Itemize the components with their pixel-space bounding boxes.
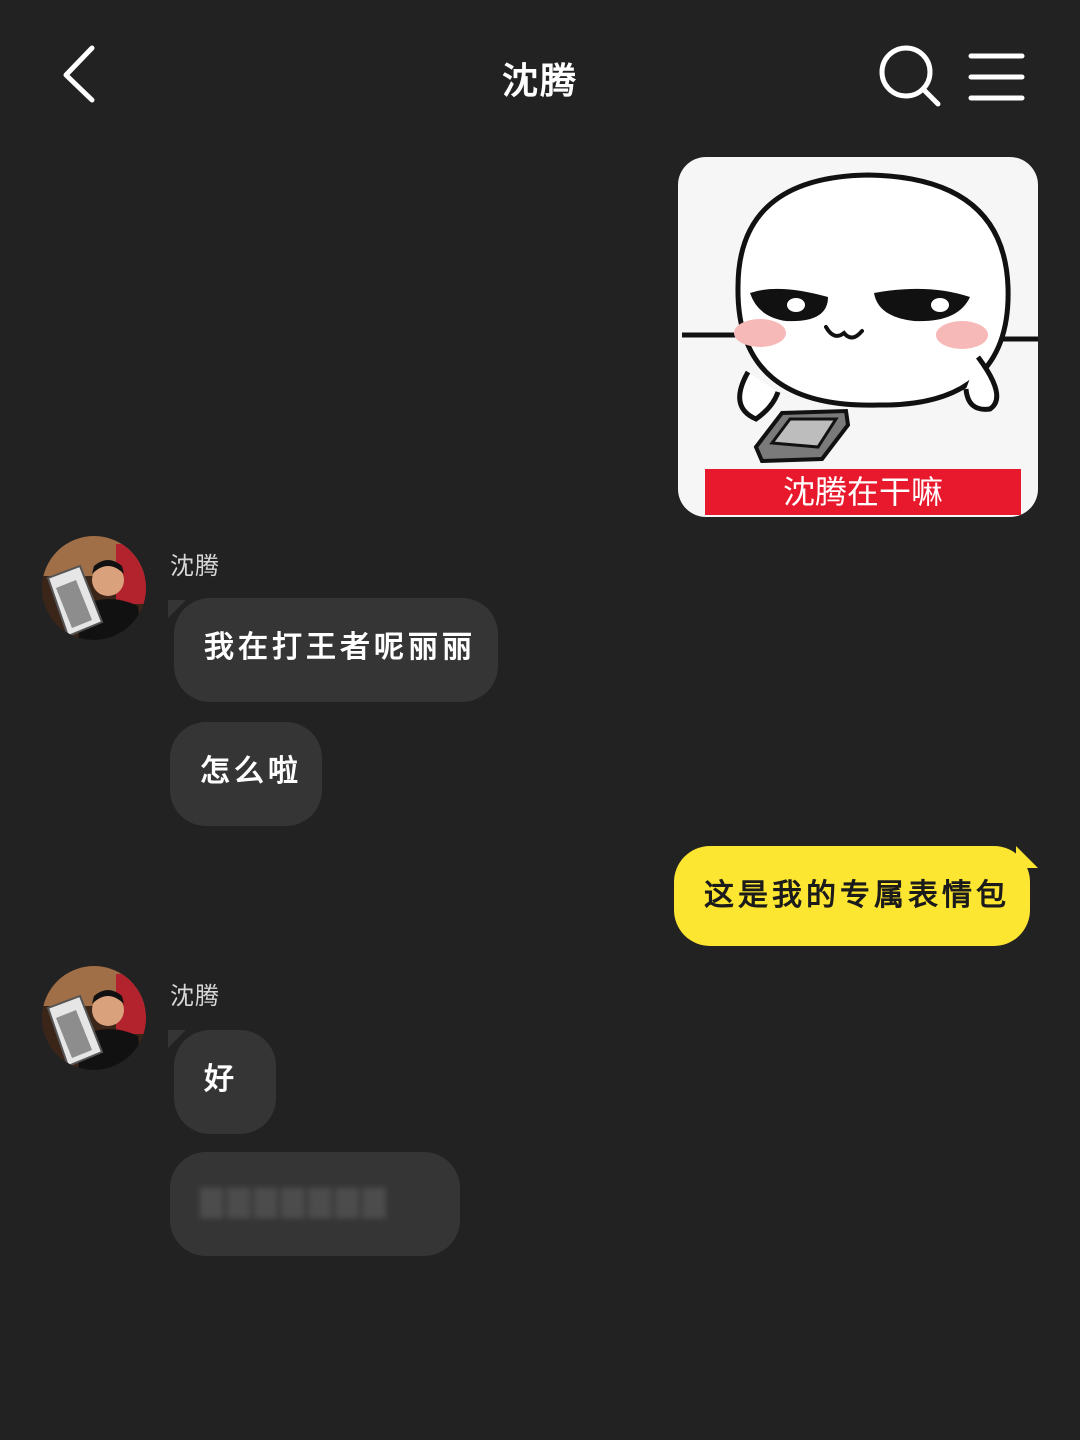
search-button[interactable] bbox=[876, 42, 946, 112]
sender-name: 沈腾 bbox=[170, 982, 220, 1010]
sticker-message[interactable]: 沈腾在干嘛 bbox=[678, 157, 1038, 517]
search-icon bbox=[879, 45, 941, 107]
sender-name: 沈腾 bbox=[170, 552, 220, 580]
chat-header: 沈腾 bbox=[0, 0, 1080, 150]
blurred-message-text: ▇▇▇▇▇▇▇ bbox=[200, 1184, 390, 1219]
menu-button[interactable] bbox=[966, 48, 1028, 106]
outgoing-message-bubble[interactable]: 这是我的专属表情包 bbox=[674, 846, 1030, 946]
contact-avatar[interactable] bbox=[42, 966, 146, 1070]
cartoon-face-sticker-icon bbox=[682, 172, 1038, 464]
blurred-message-bubble[interactable]: ▇▇▇▇▇▇▇ bbox=[170, 1152, 460, 1256]
sticker-caption: 沈腾在干嘛 bbox=[705, 469, 1021, 515]
menu-icon bbox=[968, 53, 1025, 101]
incoming-message-bubble[interactable]: 怎么啦 bbox=[170, 722, 322, 826]
incoming-message-bubble[interactable]: 我在打王者呢丽丽 bbox=[174, 598, 498, 702]
avatar-photo-icon bbox=[42, 966, 146, 1070]
contact-avatar[interactable] bbox=[42, 536, 146, 640]
incoming-message-bubble[interactable]: 好 bbox=[174, 1030, 276, 1134]
avatar-photo-icon bbox=[42, 536, 146, 640]
